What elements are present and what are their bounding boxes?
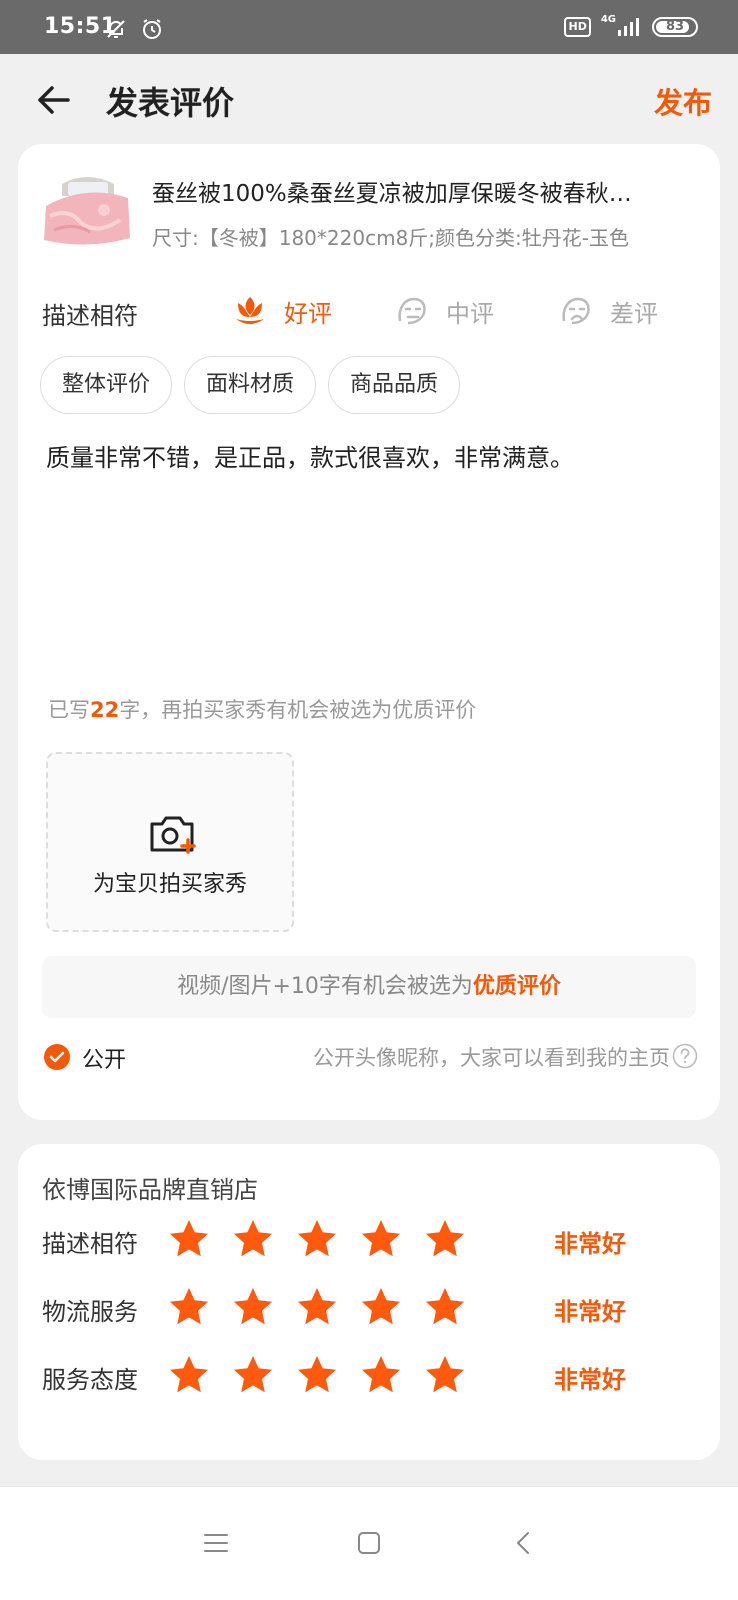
- star-rating[interactable]: [168, 1218, 466, 1260]
- tag-overall[interactable]: 整体评价: [40, 356, 172, 414]
- rating-option-bad-label: 差评: [610, 299, 658, 328]
- review-card: 蚕丝被100%桑蚕丝夏凉被加厚保暖冬被春秋… 尺寸:【冬被】180*220cm8…: [18, 144, 720, 1120]
- word-count-prefix: 已写: [48, 698, 90, 722]
- store-rating-label: 描述相符: [42, 1230, 138, 1258]
- store-rating-row: 服务态度 非常好: [18, 1354, 720, 1398]
- star-icon[interactable]: [168, 1218, 210, 1260]
- product-thumbnail: [40, 166, 134, 250]
- rating-option-good-label: 好评: [284, 299, 332, 328]
- store-rating-value: 非常好: [554, 1230, 626, 1258]
- star-icon[interactable]: [424, 1218, 466, 1260]
- battery-percent: 83: [665, 19, 685, 34]
- store-rating-label: 物流服务: [42, 1298, 138, 1326]
- star-icon[interactable]: [232, 1218, 274, 1260]
- product-spec: 尺寸:【冬被】180*220cm8斤;颜色分类:牡丹花-玉色: [152, 226, 629, 250]
- alarm-icon: [143, 19, 161, 39]
- product-title: 蚕丝被100%桑蚕丝夏凉被加厚保暖冬被春秋…: [152, 181, 632, 207]
- menu-icon[interactable]: [198, 1525, 234, 1561]
- status-bar: 15:51 HD 4G 83: [0, 0, 738, 54]
- camera-add-icon: [150, 816, 196, 854]
- store-rating-card: 依博国际品牌直销店 描述相符 非常好 物流服务 非常好 服务态度 非常好: [18, 1144, 720, 1460]
- tag-quality[interactable]: 商品品质: [328, 356, 460, 414]
- public-label[interactable]: 公开: [82, 1042, 126, 1074]
- word-count-suffix: 字，再拍买家秀有机会被选为优质评价: [119, 698, 477, 722]
- checkbox-checked-icon[interactable]: [44, 1044, 70, 1070]
- tip-highlight: 优质评价: [472, 974, 561, 999]
- star-icon[interactable]: [360, 1218, 402, 1260]
- battery-indicator: 83: [652, 17, 698, 37]
- store-rating-value: 非常好: [554, 1366, 626, 1394]
- rating-option-neutral-label: 中评: [446, 299, 494, 328]
- upload-photo-button[interactable]: 为宝贝拍买家秀: [46, 752, 294, 932]
- neutral-face-icon: [398, 297, 426, 325]
- store-rating-label: 服务态度: [42, 1366, 138, 1394]
- back-nav-icon[interactable]: [506, 1525, 542, 1561]
- arrow-left-icon[interactable]: [34, 80, 74, 120]
- star-icon[interactable]: [424, 1286, 466, 1328]
- store-rating-row: 描述相符 非常好: [18, 1218, 720, 1262]
- flower-icon: [236, 297, 264, 324]
- star-rating[interactable]: [168, 1354, 466, 1396]
- star-icon[interactable]: [296, 1218, 338, 1260]
- tag-fabric[interactable]: 面料材质: [184, 356, 316, 414]
- star-icon[interactable]: [232, 1286, 274, 1328]
- signal-icon: [618, 18, 639, 36]
- star-icon[interactable]: [424, 1354, 466, 1396]
- sad-face-icon: [562, 297, 590, 325]
- quality-tip-bar: 视频/图片+10字有机会被选为优质评价: [42, 956, 696, 1018]
- navigation-bar: 发表评价 发布: [0, 54, 738, 144]
- hd-badge: HD: [564, 17, 591, 37]
- star-icon[interactable]: [360, 1354, 402, 1396]
- bell-off-icon: [107, 20, 125, 38]
- public-description: 公开头像昵称，大家可以看到我的主页: [313, 1046, 670, 1070]
- upload-label: 为宝贝拍买家秀: [92, 872, 247, 897]
- home-icon[interactable]: [351, 1525, 387, 1561]
- star-rating[interactable]: [168, 1286, 466, 1328]
- star-icon[interactable]: [232, 1354, 274, 1396]
- store-rating-row: 物流服务 非常好: [18, 1286, 720, 1330]
- star-icon[interactable]: [168, 1354, 210, 1396]
- rating-option-neutral[interactable]: 中评: [394, 288, 494, 334]
- star-icon[interactable]: [168, 1286, 210, 1328]
- rating-label: 描述相符: [42, 302, 138, 330]
- star-icon[interactable]: [296, 1354, 338, 1396]
- rating-option-good[interactable]: 好评: [232, 288, 332, 334]
- word-count-number: 22: [90, 698, 120, 722]
- star-icon[interactable]: [296, 1286, 338, 1328]
- network-label: 4G: [600, 13, 616, 25]
- review-textarea[interactable]: 质量非常不错，是正品，款式很喜欢，非常满意。: [46, 438, 574, 473]
- rating-option-bad[interactable]: 差评: [558, 288, 658, 334]
- tip-text: 视频/图片+10字有机会被选为: [177, 974, 473, 999]
- help-icon[interactable]: [672, 1043, 698, 1069]
- store-name: 依博国际品牌直销店: [42, 1176, 258, 1204]
- store-rating-value: 非常好: [554, 1298, 626, 1326]
- page-title: 发表评价: [106, 84, 235, 122]
- star-icon[interactable]: [360, 1286, 402, 1328]
- system-nav-bar: [0, 1486, 738, 1600]
- word-count-hint: 已写22字，再拍买家秀有机会被选为优质评价: [48, 694, 476, 724]
- publish-button[interactable]: 发布: [654, 80, 712, 122]
